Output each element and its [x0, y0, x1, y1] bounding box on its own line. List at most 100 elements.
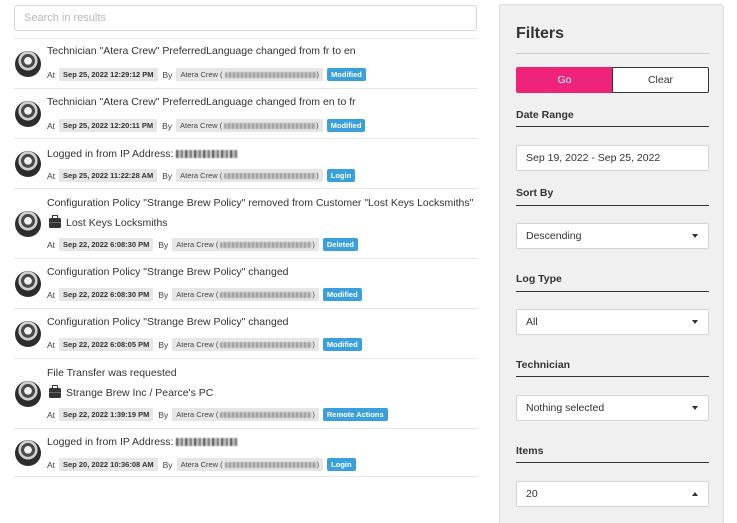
technician-chip: Atera Crew () [176, 68, 324, 81]
divider [516, 291, 709, 292]
by-label: By [162, 170, 173, 181]
status-badge: Login [326, 169, 356, 182]
customer-line: Lost Keys Locksmiths [49, 215, 168, 229]
filters-panel: Filters Go Clear Date Range Sep 19, 2022… [499, 4, 724, 523]
date-range-input[interactable]: Sep 19, 2022 - Sep 25, 2022 [516, 145, 709, 171]
device-line: Strange Brew Inc / Pearce's PC [49, 385, 213, 399]
avatar [15, 381, 41, 407]
log-date: Sep 22, 2022 6:08:30 PM [59, 288, 154, 301]
items-label: Items [516, 445, 544, 457]
list-item: Technician "Atera Crew" PreferredLanguag… [14, 88, 477, 138]
log-meta: At Sep 25, 2022 12:20:11 PM By Atera Cre… [47, 119, 366, 132]
at-label: At [47, 69, 56, 80]
status-badge: Deleted [322, 238, 358, 251]
technician-name: Atera Crew ( [176, 240, 219, 249]
redacted-email [220, 241, 313, 248]
redacted-ip [176, 150, 239, 158]
log-date: Sep 25, 2022 12:29:12 PM [59, 68, 158, 81]
list-item: Configuration Policy "Strange Brew Polic… [14, 308, 477, 358]
log-title: Technician "Atera Crew" PreferredLanguag… [47, 96, 356, 108]
by-label: By [158, 409, 169, 420]
log-title: Logged in from IP Address: [47, 436, 239, 448]
chevron-up-icon [692, 492, 698, 496]
at-label: At [47, 120, 56, 131]
log-type-select[interactable]: All [516, 309, 709, 335]
log-meta: At Sep 20, 2022 10:36:08 AM By Atera Cre… [47, 458, 356, 471]
list-item: Configuration Policy "Strange Brew Polic… [14, 188, 477, 258]
log-title: Configuration Policy "Strange Brew Polic… [47, 316, 289, 328]
redacted-email [224, 122, 317, 129]
log-date: Sep 22, 2022 6:08:30 PM [59, 238, 154, 251]
divider [516, 126, 709, 127]
technician-chip: Atera Crew () [176, 458, 324, 471]
log-title: Configuration Policy "Strange Brew Polic… [47, 197, 474, 209]
by-label: By [158, 239, 169, 250]
log-title: Logged in from IP Address: [47, 148, 239, 160]
briefcase-icon [49, 215, 61, 228]
technician-name: Atera Crew ( [180, 70, 223, 79]
log-title-text: Logged in from IP Address: [47, 436, 174, 448]
avatar [15, 271, 41, 297]
search-input[interactable] [14, 5, 477, 31]
list-item: Logged in from IP Address: At Sep 25, 20… [14, 138, 477, 188]
at-label: At [47, 339, 56, 350]
divider [516, 376, 709, 377]
items-value: 20 [526, 488, 538, 500]
list-item: Configuration Policy "Strange Brew Polic… [14, 258, 477, 308]
redacted-email [220, 411, 313, 418]
avatar [15, 440, 41, 466]
log-title: Configuration Policy "Strange Brew Polic… [47, 266, 289, 278]
technician-chip: Atera Crew () [172, 238, 319, 251]
technician-name: Atera Crew ( [176, 410, 219, 419]
technician-name: Atera Crew ( [180, 121, 223, 130]
log-title: Technician "Atera Crew" PreferredLanguag… [47, 45, 356, 57]
sort-by-select[interactable]: Descending [516, 223, 709, 249]
log-date: Sep 22, 2022 6:08:05 PM [59, 338, 154, 351]
go-button[interactable]: Go [516, 67, 613, 93]
technician-select[interactable]: Nothing selected [516, 395, 709, 421]
technician-chip: Atera Crew () [172, 338, 319, 351]
status-badge: Modified [327, 68, 366, 81]
technician-name: Atera Crew ( [180, 171, 223, 180]
by-label: By [162, 69, 173, 80]
chevron-down-icon [692, 234, 698, 238]
technician-chip: Atera Crew () [172, 288, 319, 301]
avatar [15, 101, 41, 127]
avatar [15, 211, 41, 237]
status-badge: Login [327, 458, 356, 471]
filters-title: Filters [516, 25, 565, 42]
technician-name: Atera Crew ( [176, 340, 219, 349]
redacted-email [224, 71, 317, 78]
technician-name: Atera Crew ( [180, 460, 223, 469]
status-badge: Modified [326, 119, 366, 132]
sort-by-value: Descending [526, 230, 582, 242]
items-select[interactable]: 20 [516, 481, 709, 507]
log-meta: At Sep 22, 2022 6:08:30 PM By Atera Crew… [47, 288, 362, 301]
divider [516, 462, 709, 463]
redacted-email [220, 291, 313, 298]
customer-name: Lost Keys Locksmiths [66, 217, 168, 229]
by-label: By [158, 339, 169, 350]
at-label: At [47, 459, 56, 470]
at-label: At [47, 289, 56, 300]
log-title: File Transfer was requested [47, 367, 177, 379]
at-label: At [47, 409, 56, 420]
status-badge: Remote Actions [322, 408, 388, 421]
chevron-down-icon [692, 320, 698, 324]
redacted-email [220, 341, 313, 348]
technician-chip: Atera Crew () [172, 408, 319, 421]
clear-button[interactable]: Clear [612, 67, 709, 93]
by-label: By [158, 289, 169, 300]
by-label: By [162, 120, 173, 131]
avatar [15, 151, 41, 177]
log-meta: At Sep 22, 2022 6:08:05 PM By Atera Crew… [47, 338, 362, 351]
by-label: By [162, 459, 173, 470]
log-meta: At Sep 22, 2022 6:08:30 PM By Atera Crew… [47, 238, 358, 251]
redacted-ip [176, 438, 239, 446]
briefcase-icon [49, 385, 61, 398]
log-date: Sep 25, 2022 12:20:11 PM [59, 119, 158, 132]
list-item: Technician "Atera Crew" PreferredLanguag… [14, 38, 477, 88]
log-date: Sep 20, 2022 10:36:08 AM [59, 458, 158, 471]
at-label: At [47, 239, 56, 250]
technician-label: Technician [516, 359, 571, 371]
